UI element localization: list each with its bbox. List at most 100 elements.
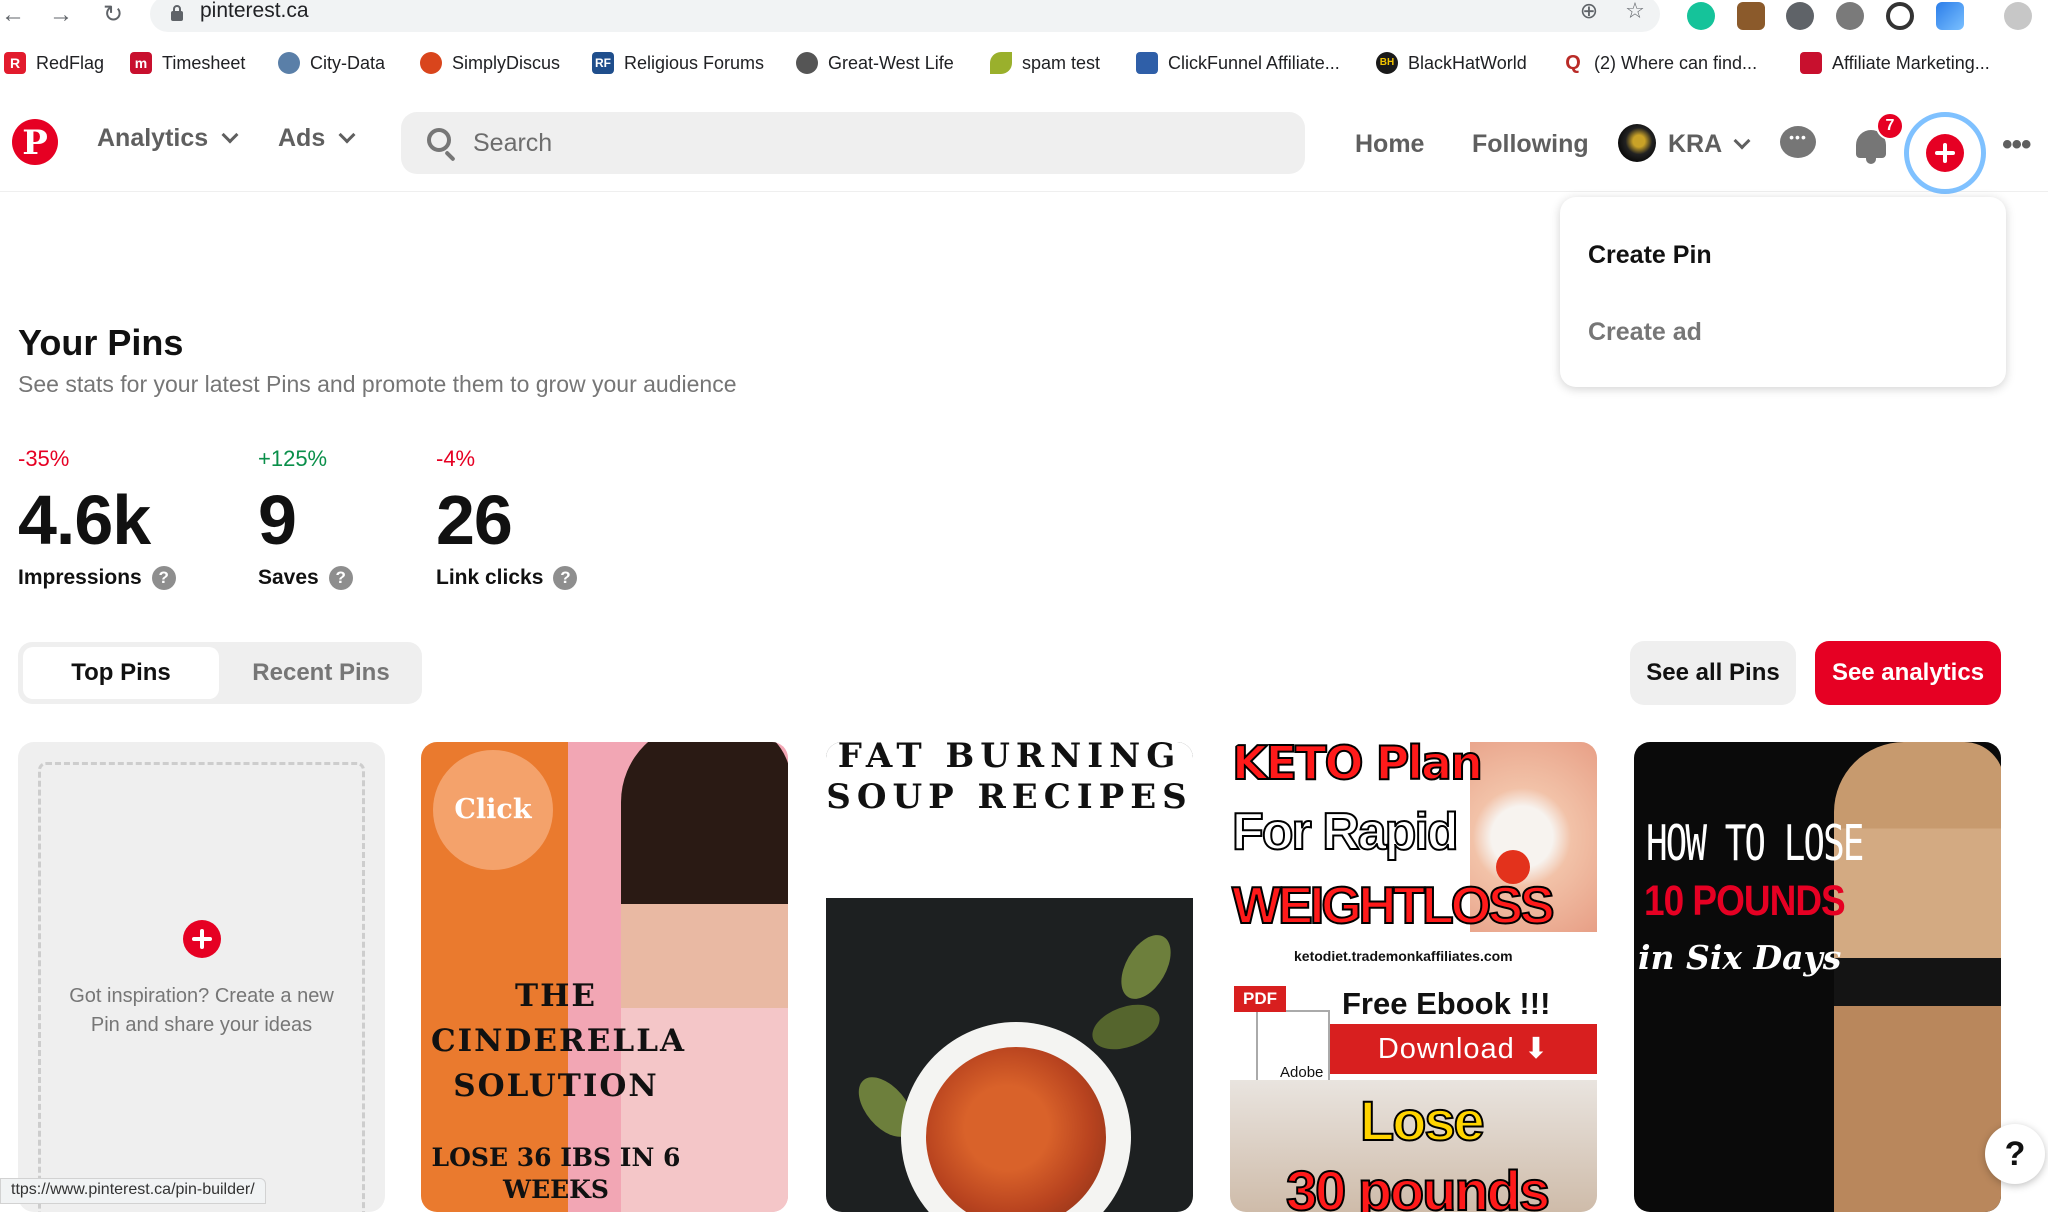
pin-card[interactable]: FAT BURNING SOUP RECIPES — [826, 742, 1193, 1212]
search-icon — [427, 128, 451, 152]
leaf-decoration — [1111, 926, 1181, 1008]
create-menu-popover: Create Pin Create ad — [1560, 197, 2006, 387]
page-title: Your Pins — [18, 322, 184, 363]
chevron-down-icon — [221, 126, 239, 143]
create-pin-menu-item[interactable]: Create Pin — [1588, 241, 1712, 270]
pinterest-extension-icon[interactable] — [1786, 2, 1814, 30]
pin-card[interactable]: KETO Plan For Rapid WEIGHTLOSS ketodiet.… — [1230, 742, 1597, 1212]
pin-url: ketodiet.trademonkaffiliates.com — [1294, 948, 1513, 964]
pin-title-line: KETO Plan — [1231, 742, 1484, 791]
tab-top-pins[interactable]: Top Pins — [23, 647, 219, 699]
search-input[interactable] — [473, 124, 1273, 162]
bookmark-item[interactable]: R RedFlag — [4, 46, 104, 80]
create-ad-menu-item[interactable]: Create ad — [1588, 318, 1702, 347]
simplydiscus-icon — [420, 52, 442, 74]
site-header: P Analytics Ads Home Following KRA 7 ••• — [0, 92, 2048, 194]
address-bar[interactable]: pinterest.ca ⊕ ☆ — [150, 0, 1660, 32]
stat-impressions: -35% 4.6k Impressions? — [18, 446, 176, 590]
bhw-icon: BH — [1376, 52, 1398, 74]
bookmark-item[interactable]: BH BlackHatWorld — [1376, 46, 1527, 80]
stat-label: Saves? — [258, 566, 353, 590]
chevron-down-icon — [1733, 132, 1751, 149]
see-analytics-button[interactable]: See analytics — [1815, 641, 2001, 705]
stat-label: Link clicks? — [436, 566, 578, 590]
see-all-pins-button[interactable]: See all Pins — [1630, 641, 1796, 705]
magnifier-extension-icon[interactable] — [1886, 2, 1914, 30]
clickfunnel-icon — [1136, 52, 1158, 74]
rf-icon: RF — [592, 52, 614, 74]
ebook-label: Free Ebook !!! — [1342, 986, 1551, 1021]
download-banner: Download ⬇ — [1330, 1024, 1597, 1074]
pin-title-line: HOW TO LOSE — [1646, 816, 1864, 873]
pin-card[interactable]: HOW TO LOSE 10 POUNDS in Six Days — [1634, 742, 2001, 1212]
pin-title-line: 10 POUNDS — [1644, 876, 1846, 924]
bookmark-item[interactable]: m Timesheet — [130, 46, 245, 80]
reload-icon[interactable]: ↻ — [100, 2, 126, 28]
sidebar-extension-icon[interactable] — [1936, 2, 1964, 30]
home-link[interactable]: Home — [1355, 130, 1424, 159]
analytics-menu[interactable]: Analytics — [97, 124, 239, 153]
forward-arrow-icon[interactable]: → — [48, 2, 74, 28]
bookmark-item[interactable]: SimplyDiscus — [420, 46, 560, 80]
stat-change: +125% — [258, 446, 328, 471]
pin-title-line: For Rapid — [1231, 802, 1460, 862]
following-link[interactable]: Following — [1472, 130, 1589, 159]
lock-icon — [171, 5, 183, 21]
stat-link-clicks: -4% 26 Link clicks? — [436, 446, 578, 590]
ads-menu[interactable]: Ads — [278, 124, 356, 153]
bookmark-item[interactable]: Great-West Life — [796, 46, 954, 80]
bookmark-item[interactable]: City-Data — [278, 46, 385, 80]
messages-icon[interactable] — [1780, 126, 1816, 158]
pin-title-line: 30 pounds — [1285, 1158, 1551, 1212]
back-arrow-icon[interactable]: ← — [0, 2, 26, 28]
pin-image — [1834, 742, 2001, 1212]
status-bar-url: ttps://www.pinterest.ca/pin-builder/ — [0, 1178, 266, 1204]
pin-title: FAT BURNING SOUP RECIPES — [826, 742, 1193, 817]
create-card-text: Got inspiration? Create a new Pin and sh… — [69, 985, 334, 1036]
stat-value: 4.6k — [18, 481, 151, 559]
grammarly-icon[interactable] — [1687, 2, 1715, 30]
bookmark-item[interactable]: Affiliate Marketing... — [1800, 46, 1990, 80]
bookmark-item[interactable]: ClickFunnel Affiliate... — [1136, 46, 1340, 80]
search-bar[interactable] — [401, 112, 1305, 174]
adobe-label: Adobe — [1280, 1064, 1324, 1081]
avatar[interactable] — [1618, 124, 1656, 162]
bookmarks-bar: R RedFlag m Timesheet City-Data SimplyDisc… — [0, 46, 2048, 82]
box-extension-icon[interactable] — [1737, 2, 1765, 30]
browser-toolbar: ← → ↻ pinterest.ca ⊕ ☆ — [0, 0, 2048, 32]
page-subtitle: See stats for your latest Pins and promo… — [18, 371, 737, 397]
stat-change: -4% — [436, 446, 476, 471]
more-options-icon[interactable]: ••• — [2002, 128, 2031, 162]
pdf-label: PDF — [1234, 986, 1286, 1012]
globe-icon — [796, 52, 818, 74]
bookmark-item[interactable]: RF Religious Forums — [592, 46, 764, 80]
help-button[interactable]: ? — [1985, 1124, 2045, 1184]
profile-icon[interactable] — [2004, 2, 2032, 30]
tab-recent-pins[interactable]: Recent Pins — [224, 647, 418, 699]
pinterest-logo-icon[interactable]: P — [12, 119, 58, 165]
add-circle-icon[interactable]: ⊕ — [1576, 0, 1602, 24]
stat-value: 9 — [258, 481, 297, 559]
pin-card[interactable]: Click THE CINDERELLA SOLUTION LOSE 36 IB… — [421, 742, 788, 1212]
star-icon[interactable]: ☆ — [1622, 0, 1648, 24]
notification-badge: 7 — [1876, 112, 1904, 140]
help-icon[interactable]: ? — [553, 566, 578, 590]
create-pin-card[interactable]: Got inspiration? Create a new Pin and sh… — [18, 742, 385, 1212]
create-plus-button[interactable] — [1926, 134, 1964, 172]
stat-label: Impressions? — [18, 566, 176, 590]
help-icon[interactable]: ? — [328, 566, 353, 590]
help-icon[interactable]: ? — [151, 566, 176, 590]
pin-bubble: Click — [433, 750, 553, 870]
leaf-decoration — [1086, 996, 1166, 1058]
pin-title: THE CINDERELLA SOLUTION — [431, 978, 687, 1104]
chevron-down-icon — [338, 126, 356, 143]
plus-icon — [183, 920, 221, 958]
bookmark-item[interactable]: spam test — [990, 46, 1100, 80]
quora-icon: Q — [1562, 52, 1584, 74]
affiliate-icon — [1800, 52, 1822, 74]
pin-title-line: in Six Days — [1638, 938, 1842, 977]
stat-value: 26 — [436, 481, 513, 559]
settings-extension-icon[interactable] — [1836, 2, 1864, 30]
account-menu[interactable]: KRA — [1668, 130, 1751, 159]
bookmark-item[interactable]: Q (2) Where can find... — [1562, 46, 1757, 80]
